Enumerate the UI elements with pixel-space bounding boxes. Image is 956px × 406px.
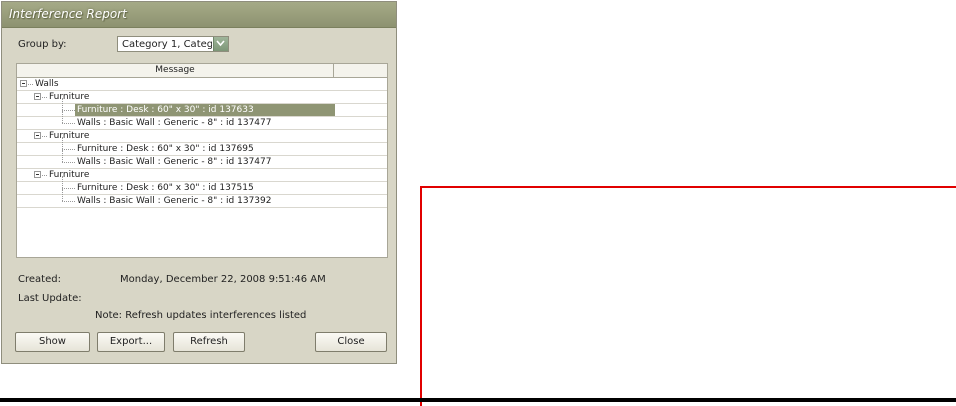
tree-item-label: Walls : Basic Wall : Generic - 8" : id 1…: [77, 118, 272, 128]
tree-connector: [62, 189, 63, 201]
tree-connector: [62, 188, 75, 189]
close-button[interactable]: Close: [315, 332, 387, 352]
collapse-icon[interactable]: [34, 132, 41, 139]
tree-connector: [62, 176, 63, 188]
tree-connector: [42, 97, 47, 98]
tree-row[interactable]: Furniture : Desk : 60" x 30" : id 137695: [17, 137, 387, 156]
refresh-button[interactable]: Refresh: [173, 332, 245, 352]
tree-row[interactable]: Walls : Basic Wall : Generic - 8" : id 1…: [17, 189, 387, 208]
tree-connector: [62, 98, 63, 110]
group-by-dropdown[interactable]: Category 1, Category 2: [117, 36, 229, 52]
last-update-label: Last Update:: [18, 293, 82, 304]
tree-item-label: Furniture : Desk : 60" x 30" : id 137695: [77, 144, 254, 154]
tree-connector: [42, 175, 47, 176]
tree-row[interactable]: Walls: [17, 78, 387, 91]
tree-item-label: Furniture : Desk : 60" x 30" : id 137515: [77, 183, 254, 193]
tree-row[interactable]: Furniture: [17, 169, 387, 182]
group-by-value: Category 1, Category 2: [122, 39, 212, 50]
interference-report-dialog: Interference Report Group by: Category 1…: [1, 1, 397, 364]
tree-connector: [62, 149, 75, 150]
tree-item-label: Furniture: [49, 131, 90, 141]
tree-item-label: Walls: [35, 79, 59, 89]
collapse-icon[interactable]: [34, 171, 41, 178]
column-header-empty: [334, 64, 387, 77]
created-value: Monday, December 22, 2008 9:51:46 AM: [120, 274, 326, 285]
export-button[interactable]: Export...: [97, 332, 165, 352]
collapse-icon[interactable]: [34, 93, 41, 100]
tree-row[interactable]: Furniture: [17, 91, 387, 104]
tree-row[interactable]: Furniture: [17, 130, 387, 143]
tree-connector: [62, 150, 63, 162]
tree-connector: [62, 110, 75, 111]
chevron-down-icon[interactable]: [213, 37, 228, 51]
tree-connector: [62, 123, 75, 124]
tree-connector: [62, 111, 63, 123]
created-label: Created:: [18, 274, 61, 285]
show-button[interactable]: Show: [15, 332, 90, 352]
refresh-note: Note: Refresh updates interferences list…: [95, 310, 307, 321]
tree-connector: [28, 84, 33, 85]
tree-row[interactable]: Furniture : Desk : 60" x 30" : id 137515: [17, 176, 387, 195]
tree-item-label: Furniture: [49, 92, 90, 102]
tree-connector: [62, 201, 75, 202]
title-bar[interactable]: Interference Report: [2, 2, 396, 28]
tree-row[interactable]: Furniture : Desk : 60" x 30" : id 137633: [17, 98, 387, 117]
bottom-bar: [0, 398, 956, 402]
tree-connector: [62, 162, 75, 163]
highlight-rectangle: [420, 186, 956, 406]
tree-item-label: Walls : Basic Wall : Generic - 8" : id 1…: [77, 196, 272, 206]
column-header-message[interactable]: Message: [17, 64, 334, 77]
interference-tree[interactable]: Message Walls Furniture Furniture : Desk :…: [16, 63, 388, 258]
tree-connector: [62, 137, 63, 149]
group-by-label: Group by:: [18, 39, 67, 50]
tree-connector: [42, 136, 47, 137]
collapse-icon[interactable]: [20, 80, 27, 87]
tree-row[interactable]: Walls : Basic Wall : Generic - 8" : id 1…: [17, 150, 387, 169]
tree-item-label: Furniture: [49, 170, 90, 180]
tree-item-label: Furniture : Desk : 60" x 30" : id 137633: [77, 105, 254, 115]
tree-row[interactable]: Walls : Basic Wall : Generic - 8" : id 1…: [17, 111, 387, 130]
dialog-title: Interference Report: [9, 7, 127, 21]
grid-header: Message: [17, 64, 387, 78]
tree-item-label: Walls : Basic Wall : Generic - 8" : id 1…: [77, 157, 272, 167]
